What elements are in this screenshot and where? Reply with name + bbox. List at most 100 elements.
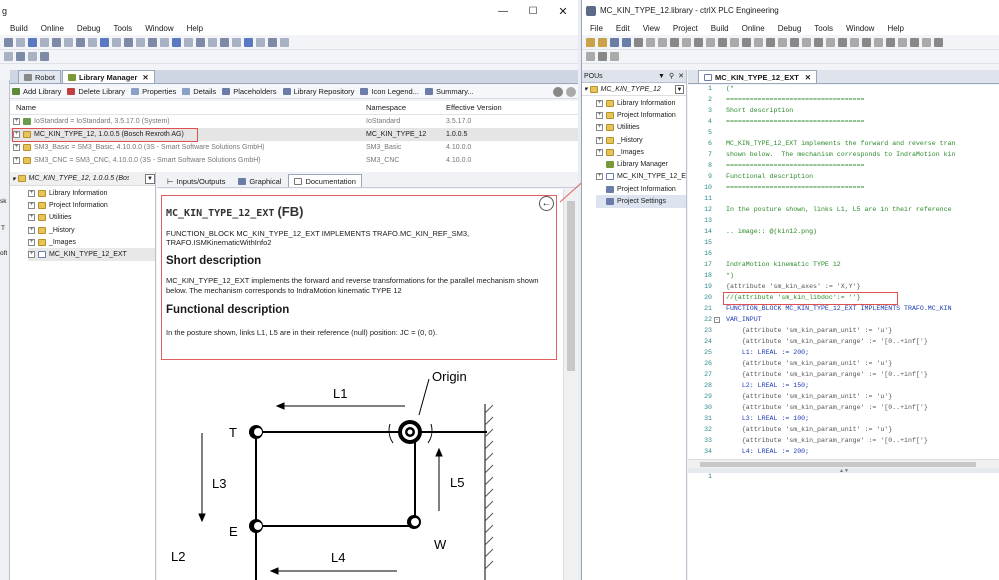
toolbar-icon[interactable] (148, 37, 157, 47)
expand-icon[interactable]: + (28, 214, 35, 222)
toolbar-icon[interactable] (754, 37, 763, 47)
toolbar-icon[interactable] (694, 37, 703, 47)
toolbar-icon[interactable] (838, 37, 847, 47)
placeholders-button[interactable]: Placeholders (222, 87, 277, 96)
toolbar-icon[interactable] (790, 37, 799, 47)
tab-fb-editor[interactable]: MC_KIN_TYPE_12_EXT ✕ (698, 70, 818, 83)
tree-root[interactable]: ▾ MC_KIN_TYPE_12, 1.0.0.5 (Bosch ▼ (10, 172, 155, 186)
menu-help[interactable]: Help (887, 24, 903, 33)
menu-window[interactable]: Window (846, 24, 874, 33)
expand-icon[interactable]: + (28, 201, 35, 209)
expand-icon[interactable]: + (28, 238, 35, 246)
back-arrow-icon[interactable]: ← (539, 196, 554, 211)
toolbar-icon[interactable] (586, 52, 595, 61)
icon-legend-button[interactable]: Icon Legend... (360, 87, 419, 96)
expand-icon[interactable]: + (596, 148, 603, 156)
delete-library-button[interactable]: Delete Library (67, 87, 125, 96)
add-library-button[interactable]: Add Library (12, 87, 61, 96)
column-name[interactable]: Name (10, 103, 366, 112)
tree-item-project-information[interactable]: + Project Information (28, 199, 155, 211)
toolbar-icon[interactable] (766, 37, 775, 47)
expand-icon[interactable]: + (596, 99, 603, 107)
library-repository-button[interactable]: Library Repository (282, 87, 354, 96)
toolbar-icon[interactable] (64, 37, 73, 47)
toolbar-icon[interactable] (256, 37, 265, 47)
menu-debug[interactable]: Debug (778, 24, 802, 33)
tree-item-utilities[interactable]: + Utilities (28, 212, 155, 224)
tab-close-icon[interactable]: ✕ (142, 73, 148, 82)
panel-close-icon[interactable]: ✕ (678, 72, 684, 80)
pou-root[interactable]: ▾ MC_KIN_TYPE_12 ▼ (582, 83, 686, 96)
toolbar-icon[interactable] (208, 37, 217, 47)
toolbar-icon[interactable] (76, 37, 85, 47)
toolbar-icon[interactable] (4, 52, 13, 61)
toolbar-icon[interactable] (802, 37, 811, 47)
toolbar-icon[interactable] (622, 37, 631, 47)
expand-icon[interactable]: + (596, 173, 603, 181)
column-version[interactable]: Effective Version (446, 103, 502, 112)
menu-online[interactable]: Online (41, 24, 64, 33)
dropdown-icon[interactable]: ▼ (675, 84, 684, 94)
menu-build[interactable]: Build (10, 24, 28, 33)
menu-online[interactable]: Online (742, 24, 765, 33)
menu-edit[interactable]: Edit (616, 24, 630, 33)
toolbar-icon[interactable] (718, 37, 727, 47)
toolbar-icon[interactable] (172, 37, 181, 47)
pou-item-project-information-2[interactable]: Project Information (596, 183, 686, 195)
toolbar-icon[interactable] (898, 37, 907, 47)
toolbar-icon[interactable] (658, 37, 667, 47)
menu-build[interactable]: Build (711, 24, 729, 33)
toolbar-icon[interactable] (742, 37, 751, 47)
table-row[interactable]: + IoStandard = IoStandard, 3.5.17.0 (Syst… (10, 115, 578, 128)
properties-button[interactable]: Properties (131, 87, 176, 96)
expand-icon[interactable]: + (596, 111, 603, 119)
toolbar-icon[interactable] (100, 37, 109, 47)
menu-debug[interactable]: Debug (77, 24, 101, 33)
menu-tools[interactable]: Tools (114, 24, 133, 33)
toolbar-icon[interactable] (706, 37, 715, 47)
toolbar-icon[interactable] (598, 37, 607, 47)
collapse-icon[interactable]: ▾ (12, 175, 16, 183)
editor-hscroll[interactable] (688, 459, 999, 468)
toolbar-icon[interactable] (232, 37, 241, 47)
toolbar-icon[interactable] (682, 37, 691, 47)
maximize-icon[interactable]: ☐ (518, 6, 548, 17)
toolbar-icon[interactable] (670, 37, 679, 47)
pou-item-utilities[interactable]: + Utilities (596, 122, 686, 134)
tree-item-fb[interactable]: + MC_KIN_TYPE_12_EXT (28, 248, 155, 261)
expand-icon[interactable]: + (28, 226, 35, 234)
tree-item-library-information[interactable]: + Library Information (28, 187, 155, 199)
toolbar-icon[interactable] (220, 37, 229, 47)
expand-icon[interactable]: + (13, 118, 20, 125)
toolbar-icon[interactable] (646, 37, 655, 47)
pou-item-history[interactable]: + _History (596, 134, 686, 146)
toolbar-icon[interactable] (28, 52, 37, 61)
toolbar-icon[interactable] (40, 52, 49, 61)
menu-view[interactable]: View (643, 24, 660, 33)
toolbar-icon[interactable] (52, 37, 61, 47)
tab-robot[interactable]: Robot (18, 70, 62, 83)
toolbar-icon[interactable] (586, 37, 595, 47)
doc-scrollbar[interactable] (563, 189, 578, 580)
toolbar-icon[interactable] (40, 37, 49, 47)
tree-item-history[interactable]: + _History (28, 224, 155, 236)
pou-item-fb[interactable]: + MC_KIN_TYPE_12_E (596, 171, 686, 183)
expand-icon[interactable]: + (28, 251, 35, 259)
toolbar-icon[interactable] (16, 37, 25, 47)
toolbar-icon[interactable] (886, 37, 895, 47)
tab-graphical[interactable]: Graphical (232, 174, 288, 187)
tab-library-manager[interactable]: Library Manager ✕ (62, 70, 155, 83)
pou-item-images[interactable]: + _Images (596, 146, 686, 158)
panel-pin-icon[interactable]: ⚲ (669, 72, 674, 80)
toolbar-icon[interactable] (910, 37, 919, 47)
minimize-icon[interactable]: — (488, 6, 518, 17)
details-button[interactable]: Details (182, 87, 216, 96)
toolbar-icon[interactable] (610, 37, 619, 47)
menu-project[interactable]: Project (673, 24, 698, 33)
toolbar-icon[interactable] (634, 37, 643, 47)
fold-icon[interactable]: - (714, 317, 720, 323)
toolbar-icon[interactable] (4, 37, 13, 47)
implementation-editor[interactable]: 1 (688, 473, 999, 580)
toolbar-icon[interactable] (16, 52, 25, 61)
collapse-icon[interactable]: ▾ (584, 85, 588, 93)
